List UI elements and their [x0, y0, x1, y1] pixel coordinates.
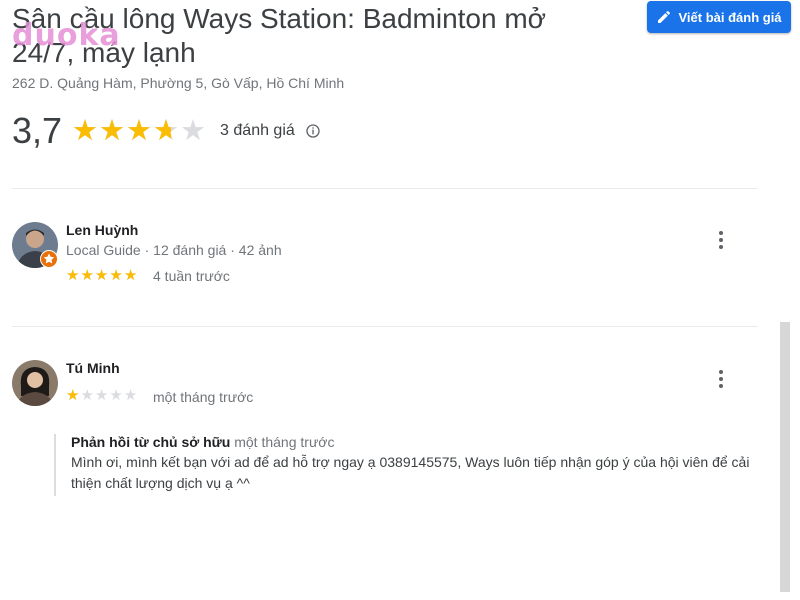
rating-summary: 3,7 ★ ★ ★ ★ ★ ★ ★ ★ ★ 3 đánh giá	[12, 110, 321, 152]
pencil-icon	[658, 10, 671, 23]
star-icon: ★	[123, 387, 138, 404]
review-stars: ★ ★ ★ ★ ★ ★ ★ ★ ★ ★	[66, 268, 137, 284]
star-icon: ★ ★	[80, 267, 94, 284]
more-vert-icon[interactable]	[712, 367, 730, 391]
star-icon: ★ ★	[99, 115, 126, 147]
place-address: 262 D. Quảng Hàm, Phường 5, Gò Vấp, Hồ C…	[12, 75, 345, 91]
star-icon: ★ ★	[94, 267, 109, 284]
review-count-link[interactable]: 3 đánh giá	[220, 122, 295, 140]
owner-reply-date: một tháng trước	[234, 434, 335, 450]
review-stars: ★ ★ ★ ★ ★ ★	[66, 388, 137, 404]
owner-reply: Phản hồi từ chủ sở hữu một tháng trước M…	[54, 434, 771, 496]
star-icon: ★ ★	[72, 115, 99, 147]
rating-stars: ★ ★ ★ ★ ★ ★ ★ ★ ★	[72, 116, 206, 146]
scrollbar[interactable]	[780, 322, 790, 592]
star-icon: ★	[94, 387, 109, 404]
reviewer-name[interactable]: Tú Minh	[66, 360, 120, 376]
star-icon: ★ ★	[66, 387, 80, 404]
star-icon: ★	[80, 387, 94, 404]
reviewer-meta[interactable]: Local Guide · 12 đánh giá · 42 ảnh	[66, 242, 282, 258]
info-icon[interactable]	[305, 123, 321, 139]
star-icon: ★ ★	[126, 115, 153, 147]
star-icon: ★	[109, 387, 123, 404]
more-vert-icon[interactable]	[712, 228, 730, 252]
review-date: một tháng trước	[153, 389, 254, 405]
star-icon: ★	[180, 115, 207, 147]
star-icon: ★ ★	[153, 115, 180, 147]
review-date: 4 tuần trước	[153, 268, 230, 284]
avatar[interactable]	[12, 360, 58, 406]
reviewer-name[interactable]: Len Huỳnh	[66, 222, 138, 238]
local-guide-badge-icon	[40, 250, 58, 268]
rating-value: 3,7	[12, 110, 63, 151]
owner-reply-label: Phản hồi từ chủ sở hữu	[71, 434, 231, 450]
star-icon: ★ ★	[66, 267, 80, 284]
watermark: duoka	[12, 18, 121, 53]
write-review-button[interactable]: Viết bài đánh giá	[647, 1, 791, 33]
write-review-label: Viết bài đánh giá	[678, 9, 782, 25]
divider	[12, 188, 758, 189]
star-icon: ★ ★	[123, 267, 138, 284]
owner-reply-text: Mình ơi, mình kết bạn với ad để ad hỗ tr…	[71, 454, 750, 491]
owner-reply-header: Phản hồi từ chủ sở hữu một tháng trước	[71, 434, 771, 450]
divider	[12, 326, 758, 327]
star-icon: ★ ★	[109, 267, 123, 284]
